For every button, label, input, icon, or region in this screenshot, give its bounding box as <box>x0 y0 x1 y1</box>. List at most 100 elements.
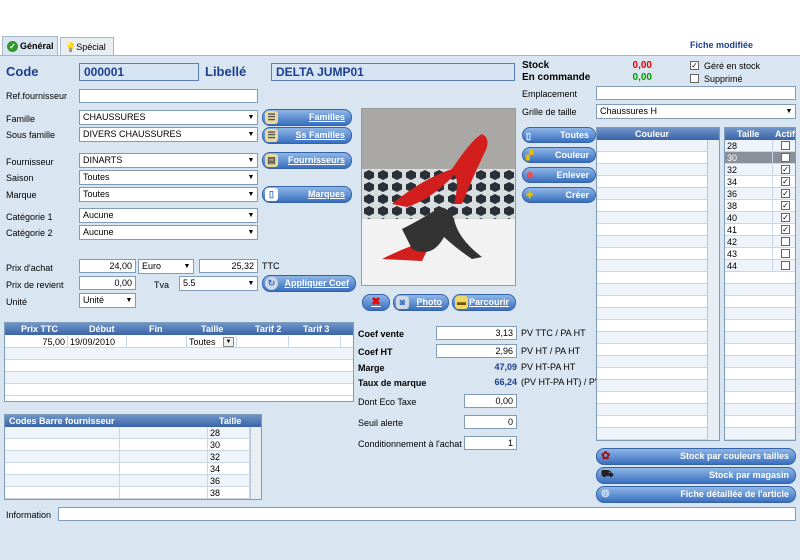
gere-stock-checkbox[interactable]: ✓ <box>690 61 699 70</box>
table-row[interactable] <box>5 372 353 384</box>
table-row[interactable]: 40 ✓ <box>725 212 795 224</box>
table-cell[interactable] <box>237 336 289 348</box>
taille-col[interactable]: Taille <box>219 415 241 427</box>
table-cell[interactable] <box>5 439 120 451</box>
table-cell[interactable]: 36 <box>208 475 250 487</box>
table-cell[interactable] <box>120 451 208 463</box>
list-item[interactable] <box>597 176 707 188</box>
couleur-col[interactable]: Couleur <box>635 128 669 140</box>
appliquer-coef-button[interactable]: ↻ Appliquer Coef <box>262 275 356 292</box>
table-cell[interactable]: 75,00 <box>5 336 68 348</box>
codes-barre-col[interactable]: Codes Barre fournisseur <box>9 415 115 427</box>
information-field[interactable] <box>58 507 796 521</box>
table-row[interactable] <box>725 416 795 428</box>
table-row[interactable]: 34 ✓ <box>725 176 795 188</box>
table-cell[interactable]: 40 <box>725 212 773 224</box>
fournisseur-select[interactable]: DINARTS ▼ <box>79 153 258 168</box>
list-item[interactable] <box>597 308 707 320</box>
table-row[interactable] <box>725 272 795 284</box>
list-item[interactable] <box>597 140 707 152</box>
table-row[interactable] <box>5 348 353 360</box>
photo-button[interactable]: ◙ Photo <box>393 294 449 311</box>
conditionnement-field[interactable]: 1 <box>464 436 517 450</box>
scrollbar[interactable] <box>707 140 719 440</box>
table-row[interactable]: 41 ✓ <box>725 224 795 236</box>
familles-button[interactable]: ☰ Familles <box>262 109 352 126</box>
table-row[interactable]: 32 <box>5 451 250 463</box>
toutes-button[interactable]: ▯ Toutes <box>522 127 596 143</box>
list-item[interactable] <box>597 356 707 368</box>
tab-special[interactable]: 💡Spécial <box>60 37 114 57</box>
table-cell[interactable]: 32 <box>725 164 773 176</box>
enlever-button[interactable]: ⊗ Enlever <box>522 167 596 183</box>
table-row[interactable]: 44 <box>725 260 795 272</box>
table-row[interactable] <box>725 356 795 368</box>
table-row[interactable]: 42 <box>725 236 795 248</box>
table-row[interactable]: 75,00 19/09/2010 Toutes ▼ <box>5 336 353 348</box>
prix-ttc-field[interactable]: 25,32 <box>199 259 258 273</box>
ss-familles-button[interactable]: ☰ Ss Familles <box>262 127 352 144</box>
table-cell[interactable] <box>120 427 208 439</box>
tarif-col-tarif3[interactable]: Tarif 3 <box>303 323 329 335</box>
table-cell[interactable]: Toutes ▼ <box>187 336 237 348</box>
coef-vente-field[interactable]: 3,13 <box>436 326 517 340</box>
code-field[interactable]: 000001 <box>79 63 199 81</box>
table-cell[interactable] <box>127 336 187 348</box>
list-item[interactable] <box>597 428 707 440</box>
actif-checkbox[interactable]: ✓ <box>781 189 790 198</box>
actif-checkbox[interactable] <box>781 153 790 162</box>
scrollbar[interactable] <box>250 427 261 499</box>
table-cell[interactable]: 38 <box>208 487 250 499</box>
list-item[interactable] <box>597 224 707 236</box>
table-row[interactable]: 43 <box>725 248 795 260</box>
stock-magasin-button[interactable]: ⛟ Stock par magasin <box>596 467 796 484</box>
fournisseurs-button[interactable]: ▤ Fournisseurs <box>262 152 352 169</box>
emplacement-field[interactable] <box>596 86 796 100</box>
parcourir-button[interactable]: ▬ Parcourir <box>452 294 516 311</box>
table-cell[interactable]: 43 <box>725 248 773 260</box>
libelle-field[interactable]: DELTA JUMP01 <box>271 63 515 81</box>
tarif-col-fin[interactable]: Fin <box>149 323 163 335</box>
list-item[interactable] <box>597 404 707 416</box>
actif-checkbox[interactable]: ✓ <box>781 177 790 186</box>
actif-checkbox[interactable] <box>781 261 790 270</box>
list-item[interactable] <box>597 416 707 428</box>
table-row[interactable]: 28 <box>5 427 250 439</box>
table-cell[interactable]: 34 <box>208 463 250 475</box>
table-row[interactable] <box>725 344 795 356</box>
unite-select[interactable]: Unité ▼ <box>79 293 136 308</box>
famille-select[interactable]: CHAUSSURES ▼ <box>79 110 258 125</box>
table-row[interactable]: 28 <box>725 140 795 152</box>
list-item[interactable] <box>597 296 707 308</box>
tarif-col-prix[interactable]: Prix TTC <box>21 323 58 335</box>
table-row[interactable] <box>725 368 795 380</box>
actif-checkbox[interactable] <box>781 141 790 150</box>
table-cell[interactable]: 36 <box>725 188 773 200</box>
list-item[interactable] <box>597 260 707 272</box>
saison-select[interactable]: Toutes ▼ <box>79 170 258 185</box>
table-cell[interactable]: 42 <box>725 236 773 248</box>
actif-checkbox[interactable]: ✓ <box>781 225 790 234</box>
supprime-checkbox[interactable] <box>690 74 699 83</box>
categorie1-select[interactable]: Aucune ▼ <box>79 208 258 223</box>
stock-couleurs-button[interactable]: ✿ Stock par couleurs tailles <box>596 448 796 465</box>
list-item[interactable] <box>597 344 707 356</box>
list-item[interactable] <box>597 188 707 200</box>
table-cell[interactable]: 30 <box>208 439 250 451</box>
table-row[interactable]: 36 ✓ <box>725 188 795 200</box>
table-cell[interactable] <box>5 487 120 499</box>
list-item[interactable] <box>597 248 707 260</box>
list-item[interactable] <box>597 152 707 164</box>
table-cell[interactable] <box>5 427 120 439</box>
table-row[interactable]: 38 <box>5 487 250 499</box>
table-cell[interactable]: 41 <box>725 224 773 236</box>
couleur-button[interactable]: ▞ Couleur <box>522 147 596 163</box>
devise-select[interactable]: Euro ▼ <box>138 259 194 274</box>
table-cell[interactable]: 44 <box>725 260 773 272</box>
table-cell[interactable]: 32 <box>208 451 250 463</box>
table-row[interactable] <box>725 428 795 440</box>
creer-button[interactable]: ✚ Créer <box>522 187 596 203</box>
table-row[interactable]: 30 <box>5 439 250 451</box>
table-row[interactable] <box>725 332 795 344</box>
list-item[interactable] <box>597 380 707 392</box>
